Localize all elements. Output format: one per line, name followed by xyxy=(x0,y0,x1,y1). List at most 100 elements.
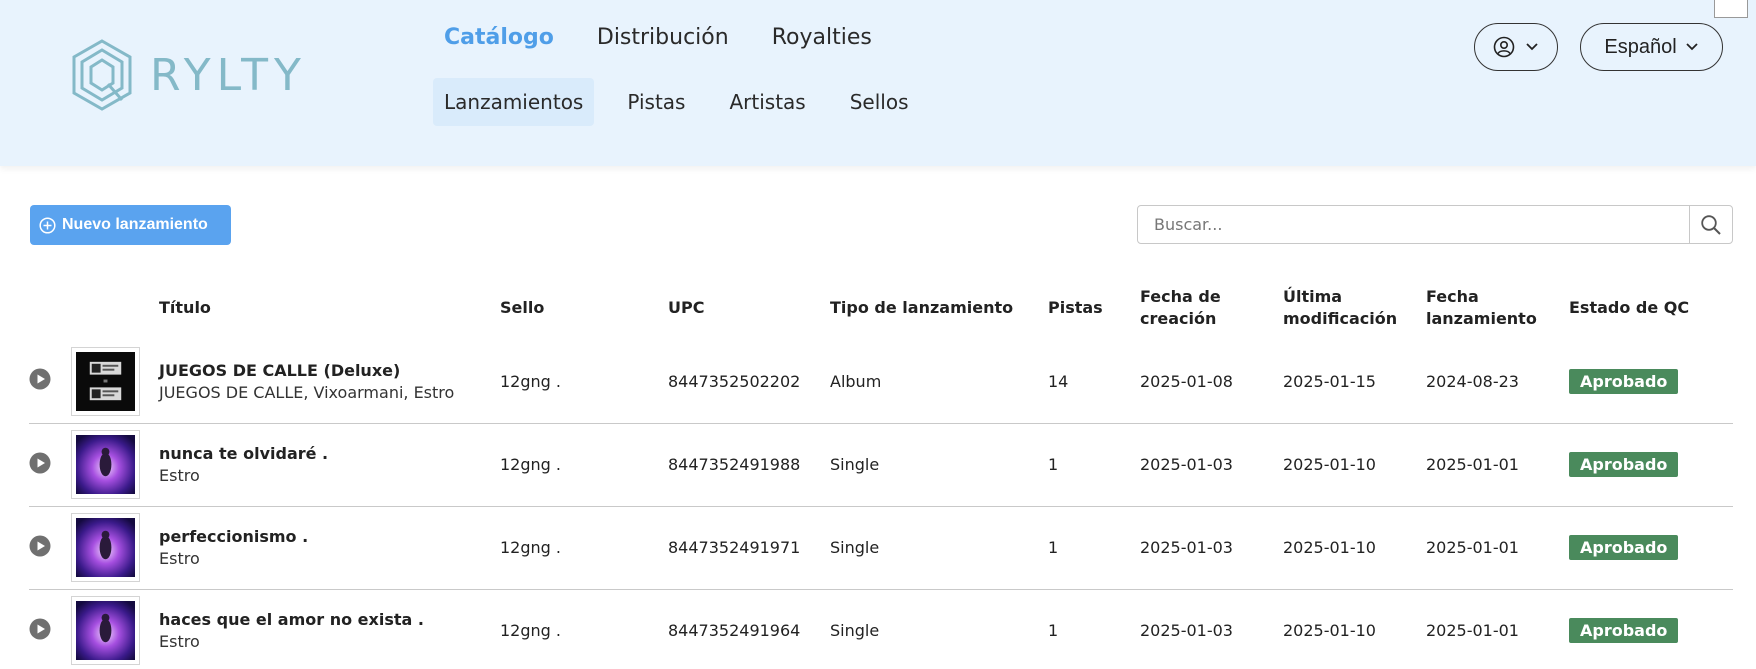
hexagon-logo-icon xyxy=(72,39,132,111)
cover-art-dark xyxy=(76,351,135,411)
header-upc[interactable]: UPC xyxy=(668,275,830,340)
cell-pistas: 14 xyxy=(1048,371,1069,391)
chevron-down-icon xyxy=(1526,43,1538,51)
cell-fecha-lanzamiento: 2025-01-01 xyxy=(1426,621,1519,640)
header-fecha-creacion[interactable]: Fecha de creación xyxy=(1140,275,1283,340)
cell-ultima-modificacion: 2025-01-10 xyxy=(1283,455,1376,474)
release-title[interactable]: haces que el amor no exista . xyxy=(159,610,500,629)
user-circle-icon xyxy=(1493,36,1515,58)
cell-tipo: Single xyxy=(830,455,880,474)
cell-sello: 12gng . xyxy=(500,371,561,391)
release-cover[interactable] xyxy=(71,513,140,582)
play-icon[interactable] xyxy=(29,368,51,390)
cell-upc: 8447352502202 xyxy=(668,371,801,391)
header-tipo[interactable]: Tipo de lanzamiento xyxy=(830,275,1048,340)
top-nav-distribucion[interactable]: Distribución xyxy=(597,25,729,50)
search-bar xyxy=(1137,205,1733,244)
cell-sello: 12gng . xyxy=(500,455,561,474)
cover-art-purple xyxy=(76,435,135,494)
header-estado-qc[interactable]: Estado de QC xyxy=(1569,275,1733,340)
header-pistas[interactable]: Pistas xyxy=(1048,275,1140,340)
cell-pistas: 1 xyxy=(1048,538,1059,557)
cell-fecha-lanzamiento: 2025-01-01 xyxy=(1426,538,1519,557)
status-badge: Aprobado xyxy=(1569,618,1679,643)
table-header-row: Título Sello UPC Tipo de lanzamiento Pis… xyxy=(29,275,1733,340)
cell-upc: 8447352491971 xyxy=(668,538,801,557)
chevron-down-icon xyxy=(1686,43,1698,51)
release-title[interactable]: JUEGOS DE CALLE (Deluxe) xyxy=(159,361,500,380)
app-header: RYLTY Catálogo Distribución Royalties La… xyxy=(0,0,1756,166)
cell-sello: 12gng . xyxy=(500,538,561,557)
search-icon xyxy=(1701,214,1721,235)
play-icon[interactable] xyxy=(29,618,51,640)
table-row[interactable]: nunca te olvidaré . Estro 12gng . 844735… xyxy=(29,423,1733,506)
release-title[interactable]: perfeccionismo . xyxy=(159,527,500,546)
table-row[interactable]: perfeccionismo . Estro 12gng . 844735249… xyxy=(29,506,1733,589)
header-fecha-creacion-line2: creación xyxy=(1140,308,1217,328)
language-label: Español xyxy=(1604,35,1677,58)
top-nav: Catálogo Distribución Royalties xyxy=(444,25,915,50)
sub-nav-lanzamientos[interactable]: Lanzamientos xyxy=(433,78,595,126)
release-title[interactable]: nunca te olvidaré . xyxy=(159,444,500,463)
sub-nav: Lanzamientos Pistas Artistas Sellos xyxy=(433,78,942,126)
cell-ultima-modificacion: 2025-01-15 xyxy=(1283,371,1376,391)
cell-tipo: Single xyxy=(830,621,880,640)
cell-ultima-modificacion: 2025-01-10 xyxy=(1283,538,1376,557)
header-fecha-lanzamiento[interactable]: Fecha lanzamiento xyxy=(1426,275,1569,340)
release-artists: JUEGOS DE CALLE, Vixoarmani, Estro xyxy=(159,382,455,402)
header-sello[interactable]: Sello xyxy=(500,275,668,340)
table-row[interactable]: JUEGOS DE CALLE (Deluxe) JUEGOS DE CALLE… xyxy=(29,340,1733,423)
header-ultima-modificacion[interactable]: Última modificación xyxy=(1283,275,1426,340)
search-button[interactable] xyxy=(1689,206,1732,243)
cell-fecha-lanzamiento: 2024-08-23 xyxy=(1426,371,1519,391)
cell-fecha-creacion: 2025-01-03 xyxy=(1140,455,1233,474)
cell-upc: 8447352491964 xyxy=(668,621,801,640)
user-menu-button[interactable] xyxy=(1474,23,1558,71)
header-title[interactable]: Título xyxy=(159,275,500,340)
cell-pistas: 1 xyxy=(1048,455,1059,474)
release-artists: Estro xyxy=(159,466,200,485)
search-input[interactable] xyxy=(1138,206,1689,243)
cover-art-purple xyxy=(76,518,135,577)
cell-fecha-creacion: 2025-01-08 xyxy=(1140,371,1233,391)
cell-sello: 12gng . xyxy=(500,621,561,640)
release-cover[interactable] xyxy=(71,596,140,665)
header-fecha-lanz-line2: lanzamiento xyxy=(1426,308,1537,328)
top-nav-catalogo[interactable]: Catálogo xyxy=(444,25,554,50)
cover-art-purple xyxy=(76,601,135,660)
status-badge: Aprobado xyxy=(1569,452,1679,477)
table-row[interactable]: haces que el amor no exista . Estro 12gn… xyxy=(29,589,1733,669)
cell-fecha-creacion: 2025-01-03 xyxy=(1140,621,1233,640)
sub-nav-pistas[interactable]: Pistas xyxy=(616,78,696,126)
cell-upc: 8447352491988 xyxy=(668,455,801,474)
corner-widget[interactable] xyxy=(1714,0,1748,18)
header-fecha-lanz-line1: Fecha xyxy=(1426,286,1479,306)
sub-nav-sellos[interactable]: Sellos xyxy=(839,78,920,126)
brand-logo[interactable]: RYLTY xyxy=(70,38,307,112)
release-artists: Estro xyxy=(159,549,200,568)
new-release-button[interactable]: Nuevo lanzamiento xyxy=(30,205,231,245)
cell-pistas: 1 xyxy=(1048,621,1059,640)
plus-circle-icon xyxy=(39,216,56,234)
cell-tipo: Album xyxy=(830,371,882,391)
release-cover[interactable] xyxy=(71,430,140,499)
header-ultima-mod-line1: Última xyxy=(1283,286,1343,306)
new-release-label: Nuevo lanzamiento xyxy=(62,216,208,233)
sub-nav-artistas[interactable]: Artistas xyxy=(718,78,816,126)
header-ultima-mod-line2: modificación xyxy=(1283,308,1398,328)
brand-name: RYLTY xyxy=(150,49,307,101)
cell-ultima-modificacion: 2025-01-10 xyxy=(1283,621,1376,640)
play-icon[interactable] xyxy=(29,452,51,474)
release-artists: Estro xyxy=(159,632,200,651)
status-badge: Aprobado xyxy=(1569,368,1679,394)
status-badge: Aprobado xyxy=(1569,535,1679,560)
top-nav-royalties[interactable]: Royalties xyxy=(772,25,872,50)
play-icon[interactable] xyxy=(29,535,51,557)
cell-fecha-lanzamiento: 2025-01-01 xyxy=(1426,455,1519,474)
release-cover[interactable] xyxy=(71,346,140,416)
cell-fecha-creacion: 2025-01-03 xyxy=(1140,538,1233,557)
releases-table: Título Sello UPC Tipo de lanzamiento Pis… xyxy=(29,275,1733,669)
header-fecha-creacion-line1: Fecha de xyxy=(1140,286,1221,306)
cell-tipo: Single xyxy=(830,538,880,557)
language-selector[interactable]: Español xyxy=(1580,23,1723,71)
